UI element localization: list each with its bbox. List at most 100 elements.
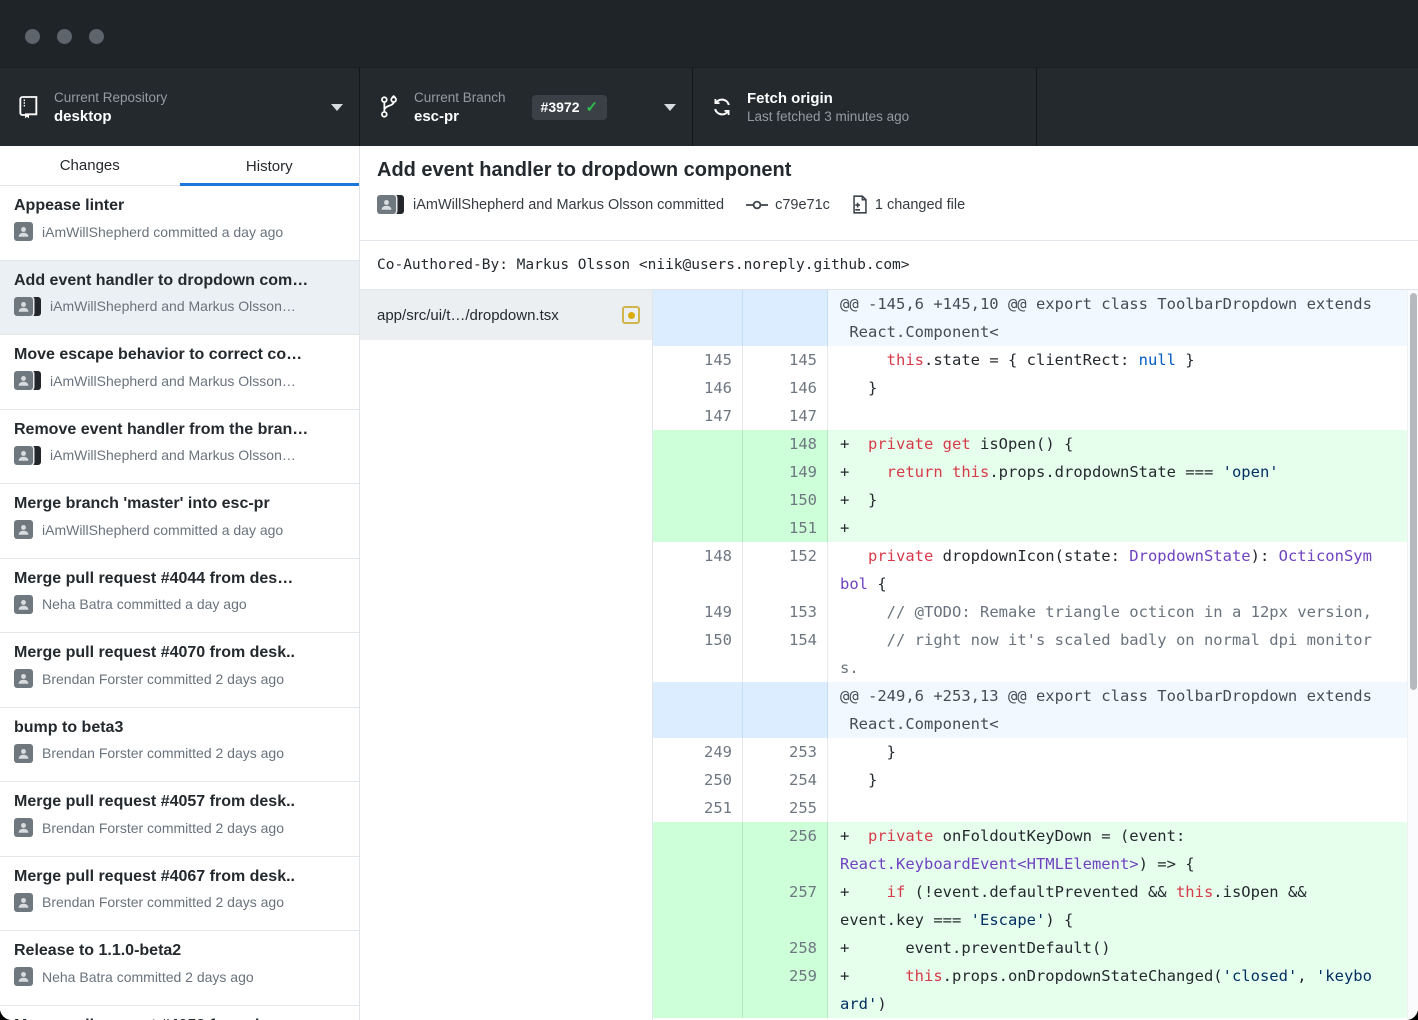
commit-item-title: Appease linter xyxy=(14,197,345,215)
sidebar: Changes History Appease linter iAmWillShe… xyxy=(0,146,360,1020)
diff-code-text: private dropdownIcon(state: DropdownStat… xyxy=(828,542,1407,598)
current-branch-button[interactable]: Current Branch esc-pr #3972 ✓ xyxy=(360,68,693,146)
commit-item-byline: iAmWillShepherd and Markus Olsson… xyxy=(14,371,345,390)
commit-item-title: bump to beta3 xyxy=(14,719,345,737)
git-branch-icon xyxy=(376,95,402,119)
old-line-number xyxy=(653,514,743,542)
avatar xyxy=(14,893,33,912)
diff-code-text: + this.props.onDropdownStateChanged('clo… xyxy=(828,962,1407,1018)
new-line-number: 256 xyxy=(743,822,828,878)
current-repository-button[interactable]: Current Repository desktop xyxy=(0,68,360,146)
commit-list-item[interactable]: bump to beta3 Brendan Forster committed 2… xyxy=(0,708,359,783)
committer-avatars xyxy=(14,446,41,465)
diff-code-text: + private get isOpen() { xyxy=(828,430,1407,458)
commit-list-item[interactable]: Merge branch 'master' into esc-priAmWill… xyxy=(0,484,359,559)
commit-list-item[interactable]: Move escape behavior to correct co… iAmWi… xyxy=(0,335,359,410)
old-line-number xyxy=(653,682,743,738)
window-controls xyxy=(25,29,104,44)
commit-list-item[interactable]: Merge pull request #4053 from d… xyxy=(0,1006,359,1020)
commit-item-byline: iAmWillShepherd committed a day ago xyxy=(14,222,345,241)
new-line-number xyxy=(743,290,828,346)
commit-list-item[interactable]: Remove event handler from the bran…iAmWi… xyxy=(0,410,359,485)
avatar xyxy=(14,595,33,614)
commit-list-item[interactable]: Merge pull request #4067 from desk..Bren… xyxy=(0,857,359,932)
committer-avatars xyxy=(14,297,41,316)
commit-item-title: Merge pull request #4070 from desk.. xyxy=(14,644,345,662)
commit-item-title: Merge pull request #4044 from des… xyxy=(14,570,345,588)
new-line-number: 259 xyxy=(743,962,828,1018)
old-line-number: 250 xyxy=(653,766,743,794)
commit-list-item[interactable]: Release to 1.1.0-beta2Neha Batra committ… xyxy=(0,931,359,1006)
diff-code-text: this.state = { clientRect: null } xyxy=(828,346,1407,374)
commit-item-byline: iAmWillShepherd and Markus Olsson… xyxy=(14,297,345,316)
app-window: Current Repository desktop Current Branc… xyxy=(0,0,1418,1020)
diff-code-text: + event.preventDefault() xyxy=(828,934,1407,962)
old-line-number: 149 xyxy=(653,598,743,626)
diff-line: 150154 // right now it's scaled badly on… xyxy=(653,626,1407,682)
commit-item-byline: Brendan Forster committed 2 days ago xyxy=(14,744,345,763)
commit-list-item[interactable]: Merge pull request #4070 from desk..Bren… xyxy=(0,633,359,708)
new-line-number: 253 xyxy=(743,738,828,766)
diff-hunk-header: @@ -249,6 +253,13 @@ export class Toolba… xyxy=(653,682,1407,738)
old-line-number: 249 xyxy=(653,738,743,766)
commit-summary: Add event handler to dropdown component … xyxy=(360,146,1418,240)
file-modified-icon xyxy=(622,306,640,324)
diff-code-text xyxy=(828,402,1407,430)
avatar xyxy=(14,222,33,241)
tab-changes[interactable]: Changes xyxy=(0,146,180,186)
avatar xyxy=(14,744,33,763)
commit-list-item[interactable]: Merge pull request #4044 from des… Neha B… xyxy=(0,559,359,634)
old-line-number: 147 xyxy=(653,402,743,430)
new-line-number: 150 xyxy=(743,486,828,514)
new-line-number: 147 xyxy=(743,402,828,430)
commit-item-byline: iAmWillShepherd and Markus Olsson… xyxy=(14,446,345,465)
diff-scrollbar[interactable] xyxy=(1407,290,1418,1020)
fetch-origin-button[interactable]: Fetch origin Last fetched 3 minutes ago xyxy=(693,68,1037,146)
commit-byline: iAmWillShepherd and Markus Olsson commit… xyxy=(413,197,724,213)
old-line-number xyxy=(653,458,743,486)
commit-item-title: Move escape behavior to correct co… xyxy=(14,346,345,364)
new-line-number: 258 xyxy=(743,934,828,962)
new-line-number: 254 xyxy=(743,766,828,794)
zoom-window-button[interactable] xyxy=(89,29,104,44)
diff-code-text: } xyxy=(828,374,1407,402)
commit-item-byline: Brendan Forster committed 2 days ago xyxy=(14,818,345,837)
old-line-number: 150 xyxy=(653,626,743,682)
diff-code-text: @@ -145,6 +145,10 @@ export class Toolba… xyxy=(828,290,1407,346)
commit-list-item[interactable]: Appease linter iAmWillShepherd committed … xyxy=(0,186,359,261)
avatar xyxy=(14,818,33,837)
diff-code-text: + xyxy=(828,514,1407,542)
new-line-number: 145 xyxy=(743,346,828,374)
commit-list-item[interactable]: Merge pull request #4057 from desk..Bren… xyxy=(0,782,359,857)
old-line-number xyxy=(653,934,743,962)
commit-list-item[interactable]: Add event handler to dropdown com…iAmWil… xyxy=(0,261,359,336)
commit-item-byline: Neha Batra committed 2 days ago xyxy=(14,967,345,986)
new-line-number xyxy=(743,682,828,738)
diff-code-text: @@ -249,6 +253,13 @@ export class Toolba… xyxy=(828,682,1407,738)
scrollbar-thumb[interactable] xyxy=(1410,293,1417,690)
minimize-window-button[interactable] xyxy=(57,29,72,44)
pr-check-icon: ✓ xyxy=(585,98,598,116)
diff-code-text: + private onFoldoutKeyDown = (event: Rea… xyxy=(828,822,1407,878)
diff-rows: @@ -145,6 +145,10 @@ export class Toolba… xyxy=(653,290,1407,1018)
avatar xyxy=(14,967,33,986)
tab-history[interactable]: History xyxy=(180,146,360,186)
git-commit-icon xyxy=(746,198,768,212)
new-line-number: 152 xyxy=(743,542,828,598)
diff-line: 251255 xyxy=(653,794,1407,822)
commit-sha[interactable]: c79e71c xyxy=(775,197,830,213)
old-line-number: 146 xyxy=(653,374,743,402)
diff-line: 149153 // @TODO: Remake triangle octicon… xyxy=(653,598,1407,626)
commit-item-byline: Neha Batra committed a day ago xyxy=(14,595,345,614)
diff-line: 149+ return this.props.dropdownState ===… xyxy=(653,458,1407,486)
old-line-number xyxy=(653,290,743,346)
diff-line: 148152 private dropdownIcon(state: Dropd… xyxy=(653,542,1407,598)
diff-line: 147147 xyxy=(653,402,1407,430)
old-line-number: 251 xyxy=(653,794,743,822)
avatar xyxy=(14,520,33,539)
diff-line: 256+ private onFoldoutKeyDown = (event: … xyxy=(653,822,1407,878)
file-path: app/src/ui/t…/dropdown.tsx xyxy=(377,307,614,324)
file-item[interactable]: app/src/ui/t…/dropdown.tsx xyxy=(360,290,652,340)
diff-code-text xyxy=(828,794,1407,822)
close-window-button[interactable] xyxy=(25,29,40,44)
